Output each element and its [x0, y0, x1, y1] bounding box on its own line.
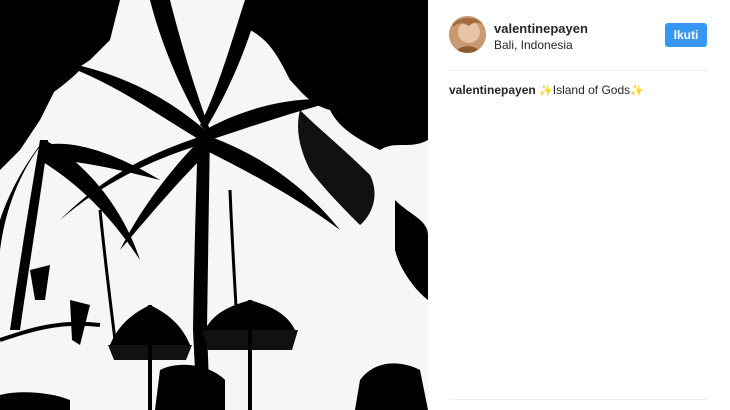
sparkle-left-icon: ✨ — [539, 85, 553, 97]
post-location[interactable]: Bali, Indonesia — [494, 38, 573, 52]
sparkle-right-icon: ✨ — [630, 85, 644, 97]
avatar[interactable] — [449, 16, 486, 53]
post-header: valentinepayen Bali, Indonesia Ikuti — [428, 0, 730, 70]
post-side-panel: valentinepayen Bali, Indonesia Ikuti val… — [428, 0, 730, 410]
post-caption: valentinepayen ✨Island of Gods✨ — [449, 82, 644, 99]
comments-divider — [449, 399, 707, 400]
palm-silhouette-image — [0, 0, 428, 410]
caption-text: Island of Gods — [552, 83, 631, 97]
post-photo[interactable] — [0, 0, 428, 410]
avatar-photo-icon — [449, 16, 486, 53]
caption-username[interactable]: valentinepayen — [449, 83, 536, 97]
header-divider — [449, 70, 707, 71]
post-username[interactable]: valentinepayen — [494, 21, 588, 36]
follow-button[interactable]: Ikuti — [665, 23, 707, 47]
